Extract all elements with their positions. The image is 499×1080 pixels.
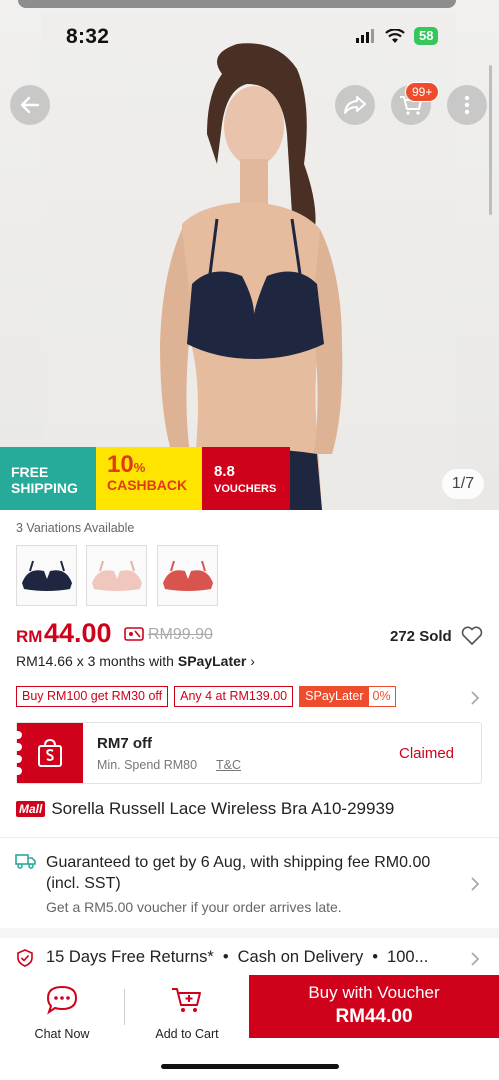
buy-with-voucher-button[interactable]: Buy with Voucher RM44.00 (249, 975, 499, 1038)
chevron-right-icon[interactable] (470, 690, 480, 706)
chat-now-button[interactable]: Chat Now (0, 983, 124, 1043)
add-to-cart-label: Add to Cart (155, 1027, 219, 1041)
chat-icon (46, 985, 78, 1015)
section-gap (0, 928, 499, 938)
battery-indicator: 58 (414, 27, 439, 45)
more-options-button[interactable] (447, 85, 487, 125)
signal-icon (356, 29, 374, 43)
chevron-right-icon[interactable] (470, 951, 480, 967)
promo-banner: FREE SHIPPING 10% CASHBACK 8.8 VOUCHERS (0, 447, 290, 510)
status-icons: 58 (356, 27, 439, 45)
heart-icon[interactable] (461, 626, 483, 646)
services-row[interactable]: 15 Days Free Returns* • Cash on Delivery… (16, 948, 428, 967)
model-photo-illustration (160, 43, 343, 510)
vouchers-date: 8.8 (214, 463, 235, 480)
variation-swatch-navy[interactable] (16, 545, 77, 606)
cart-count-badge: 99+ (405, 82, 440, 102)
promo-tags[interactable]: Buy RM100 get RM30 off Any 4 at RM139.00… (16, 686, 396, 707)
free-shipping-line1: FREE (11, 464, 49, 480)
installment-text: RM14.66 x 3 months with (16, 653, 178, 669)
product-page: 8:32 58 99+ FREE SHIPPING 10% CASHBACK 8… (0, 0, 499, 1080)
truck-icon (15, 854, 36, 869)
chevron-right-icon[interactable] (470, 876, 480, 892)
vouchers-badge: 8.8 VOUCHERS (202, 447, 290, 510)
more-services-label: 100... (387, 948, 429, 966)
buy-button-price: RM44.00 (335, 1006, 413, 1027)
voucher-shop-icon-box (16, 723, 83, 783)
arrow-left-icon (20, 96, 40, 114)
free-shipping-line2: SHIPPING (11, 480, 78, 496)
shipping-guarantee[interactable]: Guaranteed to get by 6 Aug, with shippin… (46, 852, 446, 894)
separator-dot: • (372, 948, 379, 966)
cashback-badge: 10% CASHBACK (96, 447, 202, 510)
chevron-right-icon: › (250, 653, 255, 669)
product-title: Sorella Russell Lace Wireless Bra A10-29… (51, 799, 395, 818)
divider (0, 837, 499, 838)
original-price: RM99.90 (148, 626, 213, 643)
shopping-bag-icon (38, 738, 62, 767)
cashback-pct: % (133, 460, 146, 475)
sold-count: 272 Sold (390, 628, 452, 645)
product-image-carousel[interactable]: 8:32 58 99+ FREE SHIPPING 10% CASHBACK 8… (0, 0, 499, 510)
wifi-icon (385, 28, 405, 43)
installment-info[interactable]: RM14.66 x 3 months with SPayLater › (16, 653, 255, 669)
cashback-label: CASHBACK (107, 477, 188, 493)
spaylater-label: SPayLater (300, 687, 369, 706)
bra-coral-thumbnail (162, 560, 213, 591)
bra-navy-thumbnail (21, 560, 72, 591)
product-photo (42, 14, 456, 510)
cashback-value: 10 (107, 451, 134, 478)
voucher-min-spend: Min. Spend RM80 (97, 758, 198, 772)
chat-now-label: Chat Now (34, 1027, 90, 1041)
bra-nude-thumbnail (91, 560, 142, 591)
product-title-row: Mall Sorella Russell Lace Wireless Bra A… (16, 799, 394, 819)
status-time: 8:32 (66, 25, 110, 48)
add-to-cart-button[interactable]: Add to Cart (125, 983, 249, 1043)
shipping-late-voucher: Get a RM5.00 voucher if your order arriv… (46, 899, 342, 915)
voucher-card[interactable]: RM7 off Min. Spend RM80 T&C Claimed (16, 722, 482, 784)
vouchers-label: VOUCHERS (214, 483, 277, 495)
share-icon (344, 96, 366, 114)
page-scroll-indicator (489, 65, 492, 215)
voucher-status: Claimed (399, 745, 455, 762)
home-indicator[interactable] (161, 1064, 339, 1069)
more-vertical-icon (464, 95, 470, 115)
free-returns-label: 15 Days Free Returns* (46, 948, 214, 966)
voucher-tc-link[interactable]: T&C (216, 758, 241, 772)
separator-dot: • (222, 948, 229, 966)
variations-label: 3 Variations Available (16, 521, 135, 535)
price-amount: 44.00 (44, 618, 112, 648)
buy-button-label: Buy with Voucher (308, 983, 440, 1002)
image-counter: 1/7 (442, 469, 484, 499)
mall-badge: Mall (16, 801, 46, 817)
promo-tag-bundle[interactable]: Buy RM100 get RM30 off (16, 686, 169, 707)
shield-check-icon (17, 948, 33, 967)
variation-swatch-coral[interactable] (157, 545, 218, 606)
variation-swatch-nude[interactable] (86, 545, 147, 606)
promo-tag-spaylater[interactable]: SPayLater 0% (299, 686, 396, 707)
add-cart-icon (172, 988, 201, 1012)
price-row: RM 44.00 RM99.90 272 Sold (16, 618, 486, 648)
device-frame-edge (18, 0, 456, 8)
spaylater-rate: 0% (372, 689, 391, 703)
back-button[interactable] (10, 85, 50, 125)
share-button[interactable] (335, 85, 375, 125)
cod-label: Cash on Delivery (237, 948, 364, 966)
price-currency: RM (16, 627, 43, 646)
free-shipping-badge: FREE SHIPPING (0, 447, 96, 510)
installment-brand: SPayLater (177, 653, 247, 669)
voucher-title: RM7 off (97, 735, 152, 752)
promo-tag-any4[interactable]: Any 4 at RM139.00 (174, 686, 294, 707)
coin-discount-icon (124, 627, 144, 641)
